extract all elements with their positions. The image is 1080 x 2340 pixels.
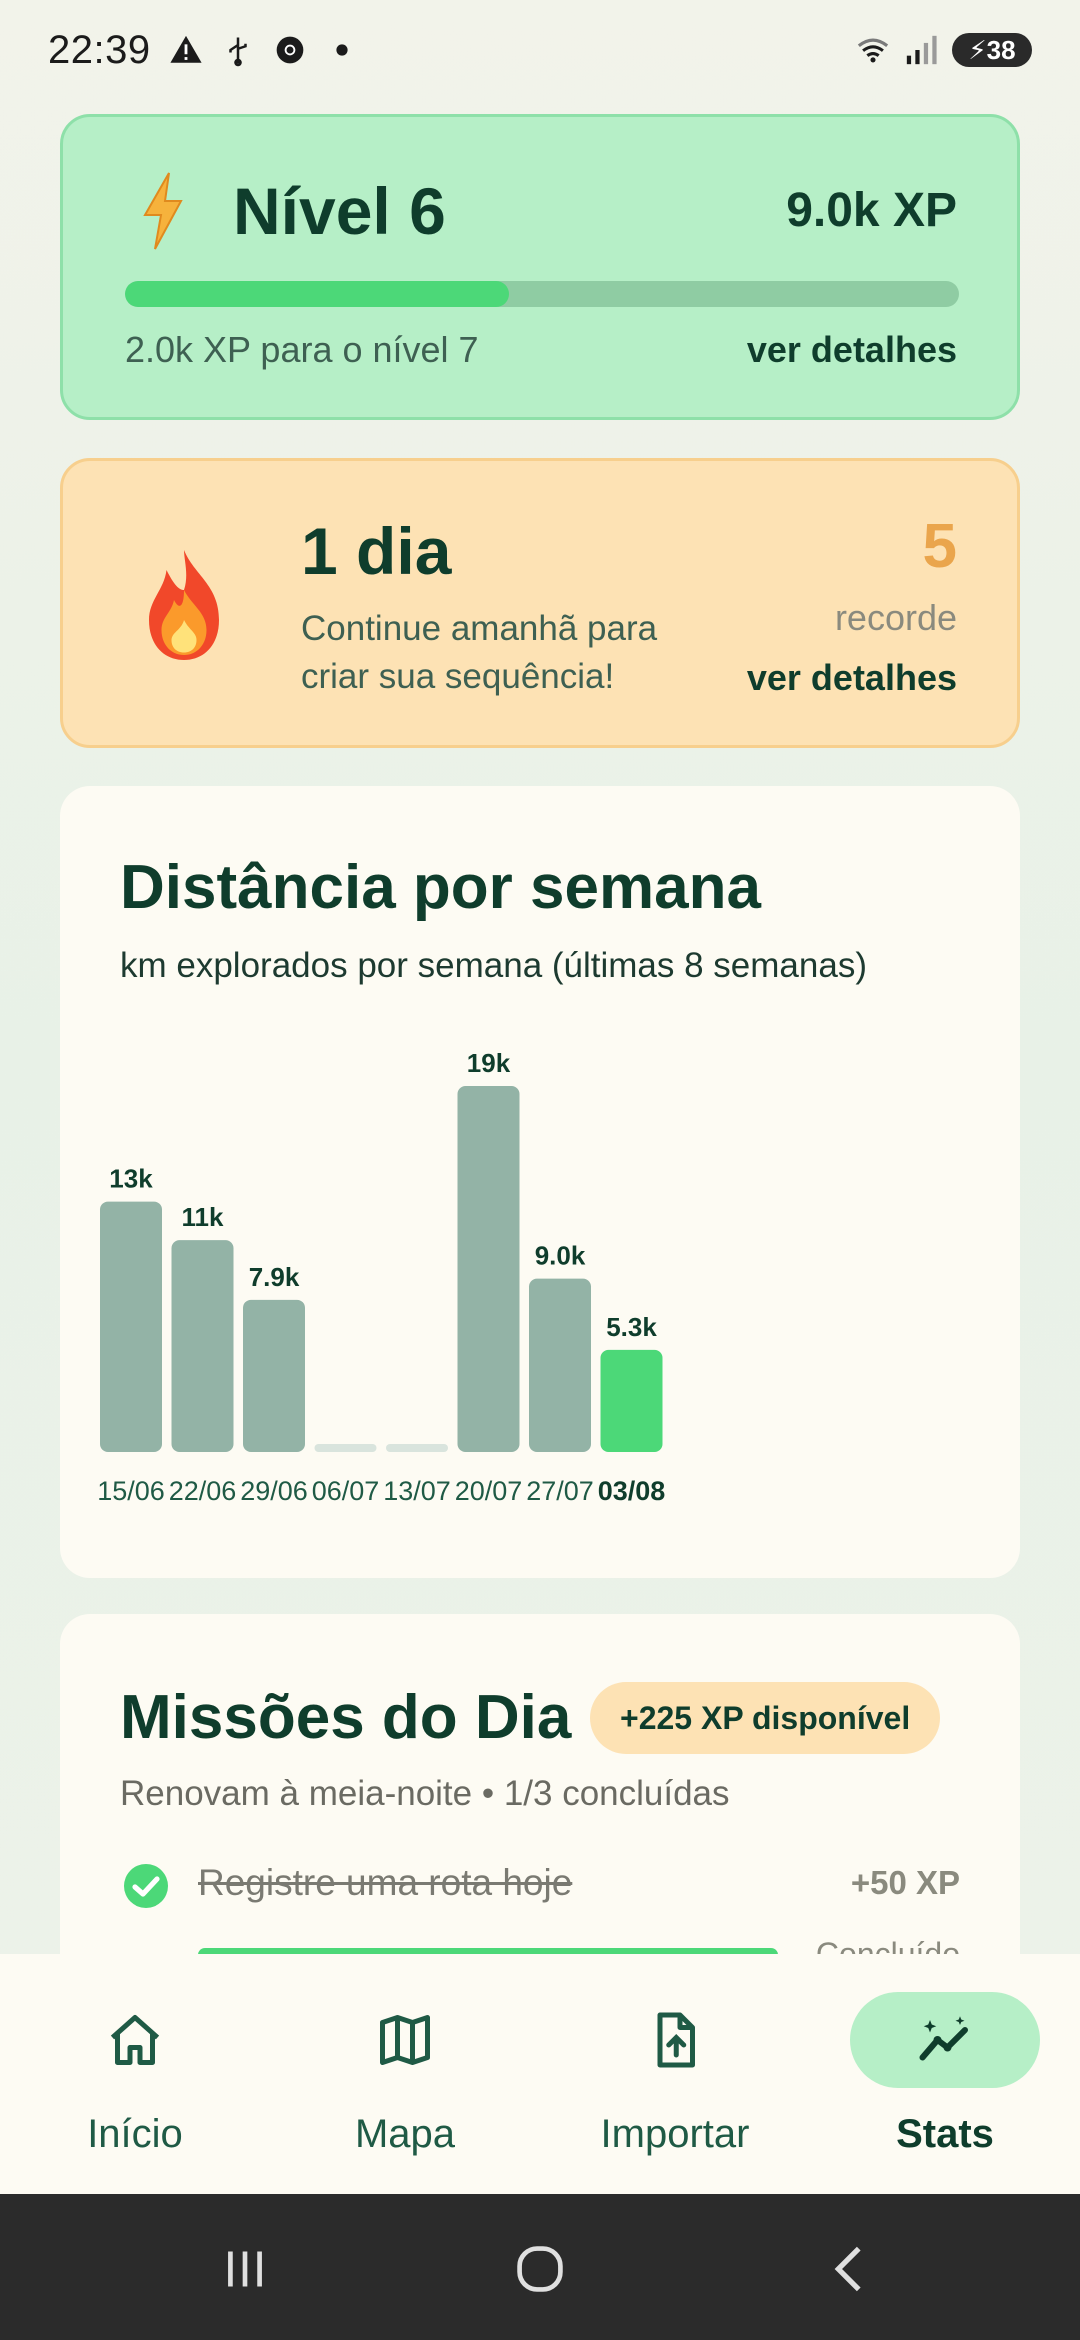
nav-item-stats[interactable]: Stats [810, 1954, 1080, 2194]
x-tick-label: 20/07 [455, 1476, 523, 1506]
level-card[interactable]: Nível 6 9.0k XP 2.0k XP para o nível 7 v… [60, 114, 1020, 420]
bar-value-label: 11k [182, 1202, 224, 1232]
nav-item-inicio[interactable]: Início [0, 1954, 270, 2194]
battery-indicator: ⚡ 38 [952, 33, 1032, 67]
x-tick-label: 29/06 [240, 1476, 308, 1506]
usb-icon [221, 33, 255, 67]
nav-label-stats: Stats [896, 2112, 994, 2156]
bar-20/07 [457, 1086, 520, 1452]
xp-total: 9.0k XP [786, 184, 957, 237]
streak-message: Continue amanhã para criar sua sequência… [301, 609, 658, 696]
bar-06/07 [314, 1444, 377, 1452]
x-tick-label: 22/06 [169, 1476, 237, 1506]
streak-record-label: recorde [834, 597, 957, 638]
bar-value-label: 13k [109, 1164, 153, 1194]
home-button-icon[interactable] [505, 2234, 575, 2304]
bar-15/06 [100, 1201, 162, 1452]
status-time: 22:39 [48, 27, 151, 72]
x-tick-label: 03/08 [598, 1476, 666, 1506]
recent-apps-icon[interactable] [210, 2234, 280, 2304]
missions-title: Missões do Dia [120, 1683, 572, 1752]
x-tick-label: 13/07 [383, 1476, 451, 1506]
streak-card[interactable]: 1 dia Continue amanhã para criar sua seq… [60, 458, 1020, 748]
bar-22/06 [171, 1240, 234, 1452]
wifi-icon [856, 33, 890, 67]
fire-icon [129, 545, 239, 670]
bar-03/08 [600, 1349, 663, 1452]
nav-label-mapa: Mapa [354, 2112, 456, 2156]
x-tick-label: 06/07 [312, 1476, 380, 1506]
level-title: Nível 6 [233, 174, 446, 248]
bottom-navigation: Início Mapa Importar Stats [0, 1954, 1080, 2194]
nav-item-importar[interactable]: Importar [540, 1954, 810, 2194]
bar-27/07 [529, 1278, 591, 1452]
system-navigation-bar [0, 2194, 1080, 2340]
bar-value-label: 5.3k [606, 1312, 657, 1342]
level-details-link[interactable]: ver detalhes [747, 329, 957, 371]
chrome-icon [273, 33, 307, 67]
bar-value-label: 19k [467, 1048, 511, 1078]
nav-label-inicio: Início [87, 2112, 183, 2156]
available-xp-badge: +225 XP disponível [590, 1682, 941, 1754]
back-icon[interactable] [815, 2234, 885, 2304]
bar-29/06 [243, 1299, 305, 1452]
home-icon [105, 2010, 165, 2070]
dot-icon [325, 33, 359, 67]
mission-item-text[interactable]: Registre uma rota hoje [198, 1862, 572, 1904]
level-progress-fill [125, 281, 509, 307]
streak-record-value: 5 [922, 512, 957, 581]
bar-13/07 [386, 1444, 448, 1452]
distance-chart-card: Distância por semana km explorados por s… [60, 786, 1020, 1578]
bar-value-label: 7.9k [249, 1262, 300, 1292]
check-circle-icon [122, 1862, 170, 1915]
status-bar: 22:39 ⚡ 38 [0, 0, 1080, 100]
x-tick-label: 15/06 [97, 1476, 165, 1506]
warning-icon [169, 33, 203, 67]
nav-item-mapa[interactable]: Mapa [270, 1954, 540, 2194]
x-tick-label: 27/07 [526, 1476, 594, 1506]
streak-details-link[interactable]: ver detalhes [747, 657, 957, 699]
mission-item-xp: +50 XP [850, 1864, 960, 1901]
missions-subtitle: Renovam à meia-noite • 1/3 concluídas [120, 1774, 730, 1813]
nav-label-importar: Importar [600, 2112, 750, 2156]
bar-value-label: 9.0k [535, 1241, 586, 1271]
import-file-icon [645, 2010, 705, 2070]
streak-days: 1 dia [301, 514, 452, 588]
map-icon [375, 2010, 435, 2070]
xp-to-next-level: 2.0k XP para o nível 7 [125, 329, 479, 370]
lightning-icon [139, 171, 187, 256]
distance-bar-chart: 13k 15/06 11k 22/06 7.9k 29/06 06/07 13/07 19k 20… [97, 1048, 666, 1506]
level-progress-bar [125, 281, 959, 307]
stats-icon [915, 2010, 975, 2070]
battery-level: 38 [986, 34, 1016, 65]
signal-icon [904, 33, 938, 67]
